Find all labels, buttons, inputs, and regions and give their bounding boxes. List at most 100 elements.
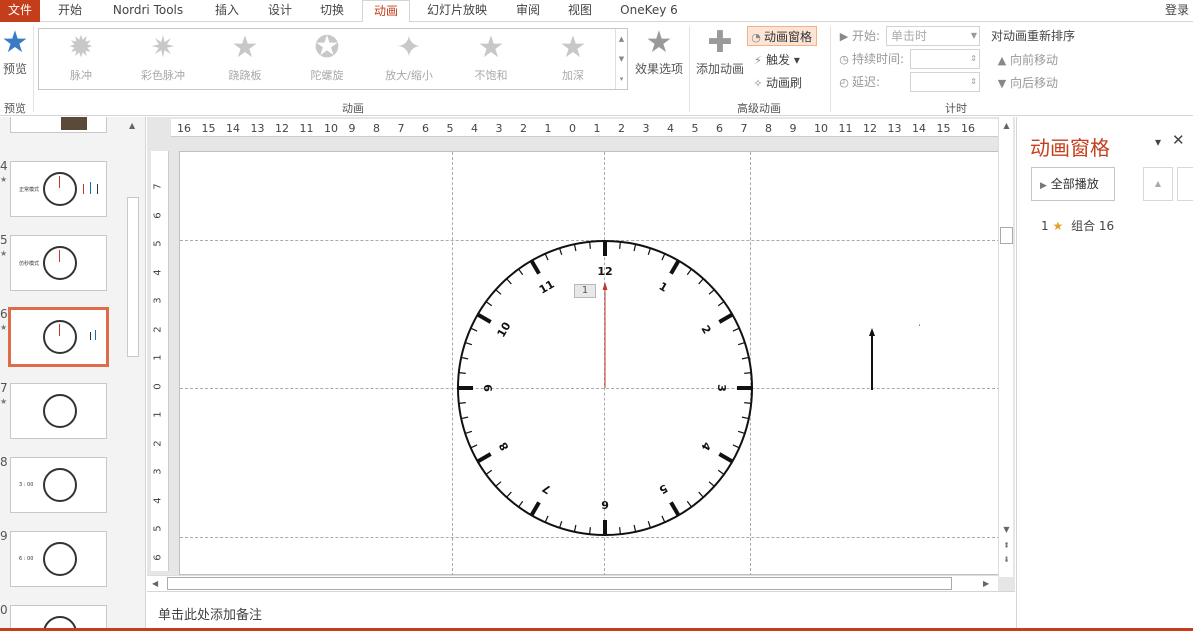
effect-desaturate[interactable]: ★ 不饱和 <box>451 31 531 89</box>
slide-thumbnail[interactable]: 3 : 00 <box>10 457 107 513</box>
animation-order-tag[interactable]: 1 <box>574 284 596 298</box>
menu-bar: 文件 开始 Nordri Tools 插入 设计 切换 动画 幻灯片放映 审阅 … <box>0 0 1193 23</box>
scroll-thumb[interactable] <box>1000 227 1013 244</box>
chevron-down-icon[interactable]: ▾ <box>1155 135 1161 149</box>
more-icon[interactable]: ▾ <box>616 69 627 89</box>
reorder-title: 对动画重新排序 <box>991 29 1076 43</box>
mini-clock <box>43 394 77 428</box>
slide-canvas[interactable]: 12 1 2 3 4 5 6 7 8 9 10 11 1 <box>179 151 1000 576</box>
animation-list-item[interactable]: 1 ★ 组合 16 <box>1041 217 1114 234</box>
painter-icon: ✧ <box>753 77 763 90</box>
ruler-label: 5 <box>152 525 164 532</box>
add-animation-button[interactable]: ✚ 添加动画 <box>694 26 746 77</box>
slide-number: 7 <box>0 381 8 395</box>
ruler-label: 6 <box>716 122 723 135</box>
login-link[interactable]: 登录 <box>1165 0 1189 21</box>
horizontal-scrollbar[interactable]: ◀ ▶ <box>147 575 998 591</box>
hour-tick <box>718 452 734 464</box>
effect-spin[interactable]: ✪ 陀螺旋 <box>287 31 367 89</box>
ruler-label: 11 <box>838 122 853 135</box>
slide-thumbnail[interactable] <box>10 605 107 628</box>
ruler-label: 4 <box>667 122 674 135</box>
tab-nordri-tools[interactable]: Nordri Tools <box>100 0 196 22</box>
ruler-label: 3 <box>152 468 164 475</box>
pane-title: 动画窗格 <box>1030 136 1110 160</box>
trigger-button[interactable]: ⚡ 触发 ▾ <box>750 50 800 70</box>
up-triangle-icon[interactable]: ▲ <box>999 121 1014 130</box>
minute-tick <box>465 342 473 346</box>
minute-tick <box>573 244 577 252</box>
slide-number: 6 <box>0 307 8 321</box>
delay-label: ◴ 延迟: <box>836 72 880 92</box>
hour-tick <box>669 501 681 517</box>
tab-slideshow[interactable]: 幻灯片放映 <box>418 0 496 22</box>
preview-button[interactable]: ★ 预览 <box>0 26 30 77</box>
tab-onekey[interactable]: OneKey 6 <box>612 0 686 22</box>
effect-color-pulse[interactable]: ✷ 彩色脉冲 <box>123 31 203 89</box>
tab-review[interactable]: 审阅 <box>506 0 550 22</box>
animation-star-icon: ★ <box>559 30 587 65</box>
effect-grow-shrink[interactable]: ✦ 放大/缩小 <box>369 31 449 89</box>
tab-design[interactable]: 设计 <box>258 0 302 22</box>
animation-star-icon: ✷ <box>150 30 176 65</box>
effect-pulse[interactable]: ✹ 脉冲 <box>41 31 121 89</box>
move-later-button[interactable]: ▼ 向后移动 <box>994 73 1058 93</box>
minute-tick <box>544 253 549 261</box>
tab-view[interactable]: 视图 <box>558 0 602 22</box>
animation-star-icon: ★ <box>0 397 8 406</box>
ruler-label: 13 <box>250 122 265 135</box>
slide-thumbnail[interactable] <box>10 383 107 439</box>
move-earlier-button[interactable]: ▲ 向前移动 <box>994 50 1058 70</box>
tab-animations[interactable]: 动画 <box>362 0 410 23</box>
slide-thumbnail[interactable]: 6 : 00 <box>10 531 107 587</box>
notes-pane[interactable]: 单击此处添加备注 <box>147 591 1015 628</box>
arrow-head <box>602 282 608 290</box>
tab-transitions[interactable]: 切换 <box>310 0 354 22</box>
notes-placeholder[interactable]: 单击此处添加备注 <box>158 604 262 623</box>
arrows-group[interactable] <box>860 312 920 412</box>
slide-thumbnail[interactable] <box>10 117 107 133</box>
up-triangle-icon[interactable]: ▲ <box>129 121 135 130</box>
minute-tick <box>741 356 749 360</box>
prev-slide-icon[interactable]: ⇞ <box>999 541 1014 550</box>
slide-thumbnail-selected[interactable] <box>8 307 109 367</box>
start-select[interactable]: 单击时 ▼ <box>886 26 980 46</box>
animation-pane-icon: ◔ <box>751 31 761 44</box>
minute-tick <box>708 481 715 487</box>
left-triangle-icon[interactable]: ◀ <box>152 576 158 592</box>
file-tab[interactable]: 文件 <box>0 0 40 22</box>
effect-darken[interactable]: ★ 加深 <box>533 31 613 89</box>
ruler-label: 1 <box>152 354 164 361</box>
clock-number: 12 <box>597 265 612 278</box>
tab-home[interactable]: 开始 <box>52 0 88 22</box>
play-all-button[interactable]: ▶ 全部播放 <box>1031 167 1115 201</box>
duration-input[interactable]: ⇕ <box>910 49 980 69</box>
minute-tick <box>518 268 524 276</box>
right-triangle-icon[interactable]: ▶ <box>983 576 989 592</box>
effect-options-button[interactable]: ★ 效果选项 <box>630 26 688 77</box>
effect-teeter[interactable]: ★ 跷跷板 <box>205 31 285 89</box>
move-down-button[interactable] <box>1177 167 1193 201</box>
scroll-thumb[interactable] <box>127 197 139 357</box>
animation-pane-button[interactable]: ◔ 动画窗格 <box>747 26 818 46</box>
up-triangle-icon[interactable]: ▲ <box>616 29 627 49</box>
clock-number: 5 <box>657 481 670 496</box>
slide-thumbnail[interactable]: 仿秒模式 <box>10 235 107 291</box>
close-icon[interactable]: ✕ <box>1172 131 1185 149</box>
clock-dial[interactable]: 121234567891011 <box>440 227 770 557</box>
ruler-label: 3 <box>152 297 164 304</box>
gallery-scroll[interactable]: ▲ ▼ ▾ <box>615 29 627 89</box>
down-triangle-icon[interactable]: ▼ <box>616 49 627 69</box>
slide-thumbnail[interactable]: 正常模式 <box>10 161 107 217</box>
tab-insert[interactable]: 插入 <box>206 0 248 22</box>
delay-input[interactable]: ⇕ <box>910 72 980 92</box>
animation-star-icon: ✹ <box>68 30 94 65</box>
down-triangle-icon[interactable]: ▼ <box>999 525 1014 534</box>
vertical-scrollbar[interactable]: ▲ ▼ ⇞ ⇟ <box>998 117 1013 577</box>
thumbnails-scrollbar[interactable]: ▲ <box>126 117 140 628</box>
move-up-button[interactable]: ▲ <box>1143 167 1173 201</box>
next-slide-icon[interactable]: ⇟ <box>999 555 1014 564</box>
animation-painter-button[interactable]: ✧ 动画刷 <box>750 73 802 93</box>
clock-icon: ◷ <box>839 53 849 66</box>
scroll-thumb[interactable] <box>167 577 952 590</box>
